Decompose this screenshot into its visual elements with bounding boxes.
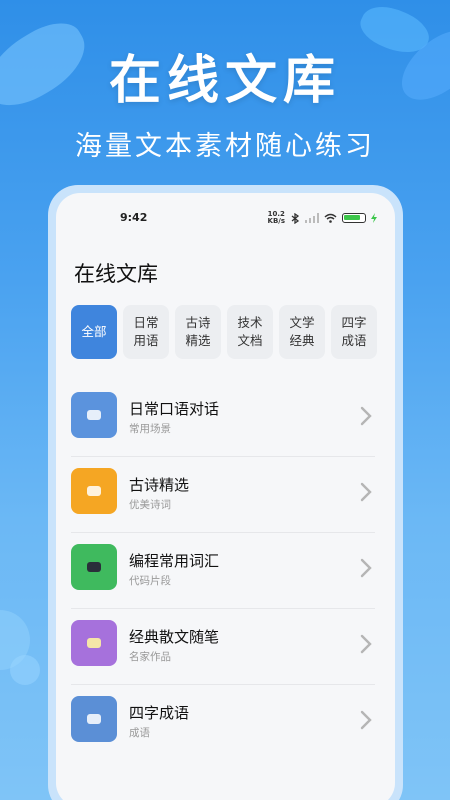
app-screen: 9:42 10.2 KB/s 在线文库 全部 日常用语 古诗精选 技术文档 文学… — [56, 193, 395, 800]
chat-bubble-icon — [71, 392, 117, 438]
item-title: 经典散文随笔 — [129, 628, 220, 646]
item-title: 古诗精选 — [129, 476, 190, 494]
phone-frame: 9:42 10.2 KB/s 在线文库 全部 日常用语 古诗精选 技术文档 文学… — [48, 185, 403, 800]
charging-icon — [371, 213, 377, 223]
wifi-icon — [324, 213, 337, 223]
pencil-note-icon — [71, 620, 117, 666]
item-subtitle: 成语 — [129, 727, 150, 739]
battery-icon — [342, 213, 366, 223]
signal-icon — [305, 213, 319, 223]
tab-tech-docs[interactable]: 技术文档 — [227, 305, 273, 359]
chevron-right-icon — [360, 634, 372, 654]
decor-blob — [10, 655, 40, 685]
item-title: 四字成语 — [129, 704, 190, 722]
category-tabs: 全部 日常用语 古诗精选 技术文档 文学经典 四字成语 — [71, 305, 377, 359]
item-subtitle: 优美诗词 — [129, 499, 171, 511]
bluetooth-icon — [291, 212, 300, 224]
list-item[interactable]: 编程常用词汇 代码片段 — [71, 533, 375, 609]
library-list: 日常口语对话 常用场景 古诗精选 优美诗词 编程常用词汇 代码片段 经典散文随笔… — [56, 381, 395, 761]
tab-literature[interactable]: 文学经典 — [279, 305, 325, 359]
tab-classical-poems[interactable]: 古诗精选 — [175, 305, 221, 359]
laptop-icon — [71, 544, 117, 590]
item-subtitle: 代码片段 — [129, 575, 171, 587]
list-item[interactable]: 日常口语对话 常用场景 — [71, 381, 375, 457]
scroll-icon — [71, 468, 117, 514]
item-title: 编程常用词汇 — [129, 552, 220, 570]
tab-daily-phrases[interactable]: 日常用语 — [123, 305, 169, 359]
status-icons: 10.2 KB/s — [268, 211, 377, 225]
status-bar: 9:42 10.2 KB/s — [56, 211, 395, 227]
status-time: 9:42 — [120, 211, 148, 224]
item-subtitle: 名家作品 — [129, 651, 171, 663]
hero-title: 在线文库 — [108, 51, 341, 111]
chevron-right-icon — [360, 710, 372, 730]
tab-idioms[interactable]: 四字成语 — [331, 305, 377, 359]
chevron-right-icon — [360, 482, 372, 502]
chevron-right-icon — [360, 406, 372, 426]
list-item[interactable]: 四字成语 成语 — [71, 685, 375, 761]
chevron-right-icon — [360, 558, 372, 578]
hero-subtitle: 海量文本素材随心练习 — [75, 131, 375, 162]
list-item[interactable]: 古诗精选 优美诗词 — [71, 457, 375, 533]
tab-all[interactable]: 全部 — [71, 305, 117, 359]
net-speed: 10.2 KB/s — [268, 211, 285, 225]
page-title: 在线文库 — [74, 262, 158, 286]
book-icon — [71, 696, 117, 742]
item-subtitle: 常用场景 — [129, 423, 171, 435]
item-title: 日常口语对话 — [129, 400, 220, 418]
list-item[interactable]: 经典散文随笔 名家作品 — [71, 609, 375, 685]
net-speed-unit: KB/s — [267, 217, 285, 225]
